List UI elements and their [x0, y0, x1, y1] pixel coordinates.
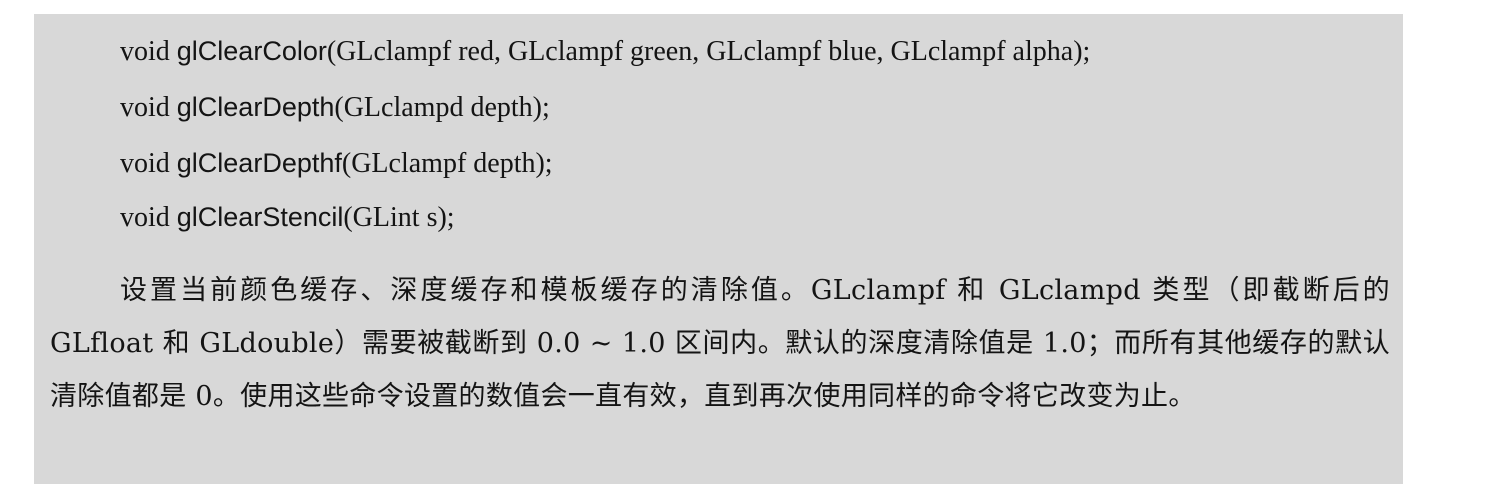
- function-name: glClearDepth: [176, 92, 335, 122]
- return-type: void: [120, 92, 170, 123]
- return-type: void: [120, 36, 170, 67]
- description-paragraph: 设置当前颜色缓存、深度缓存和模板缓存的清除值。GLclampf 和 GLclam…: [50, 275, 1390, 412]
- code-line-glcleardepthf: void glClearDepthf(GLclampf depth);: [120, 143, 553, 183]
- function-name: glClearColor: [176, 36, 327, 66]
- code-line-glcleardepth: void glClearDepth(GLclampd depth);: [120, 87, 550, 127]
- return-type: void: [120, 202, 170, 233]
- page: void glClearColor(GLclampf red, GLclampf…: [0, 0, 1493, 495]
- function-params: (GLclampf depth);: [341, 148, 553, 179]
- code-line-glclearcolor: void glClearColor(GLclampf red, GLclampf…: [120, 31, 1090, 71]
- function-name: glClearDepthf: [176, 148, 342, 178]
- function-params: (GLclampd depth);: [334, 92, 550, 123]
- function-reference-box: void glClearColor(GLclampf red, GLclampf…: [34, 14, 1403, 484]
- function-params: (GLclampf red, GLclampf green, GLclampf …: [326, 36, 1091, 67]
- return-type: void: [120, 148, 170, 179]
- function-name: glClearStencil: [176, 202, 344, 232]
- code-line-glclearstencil: void glClearStencil(GLint s);: [120, 197, 455, 237]
- function-params: (GLint s);: [343, 202, 455, 233]
